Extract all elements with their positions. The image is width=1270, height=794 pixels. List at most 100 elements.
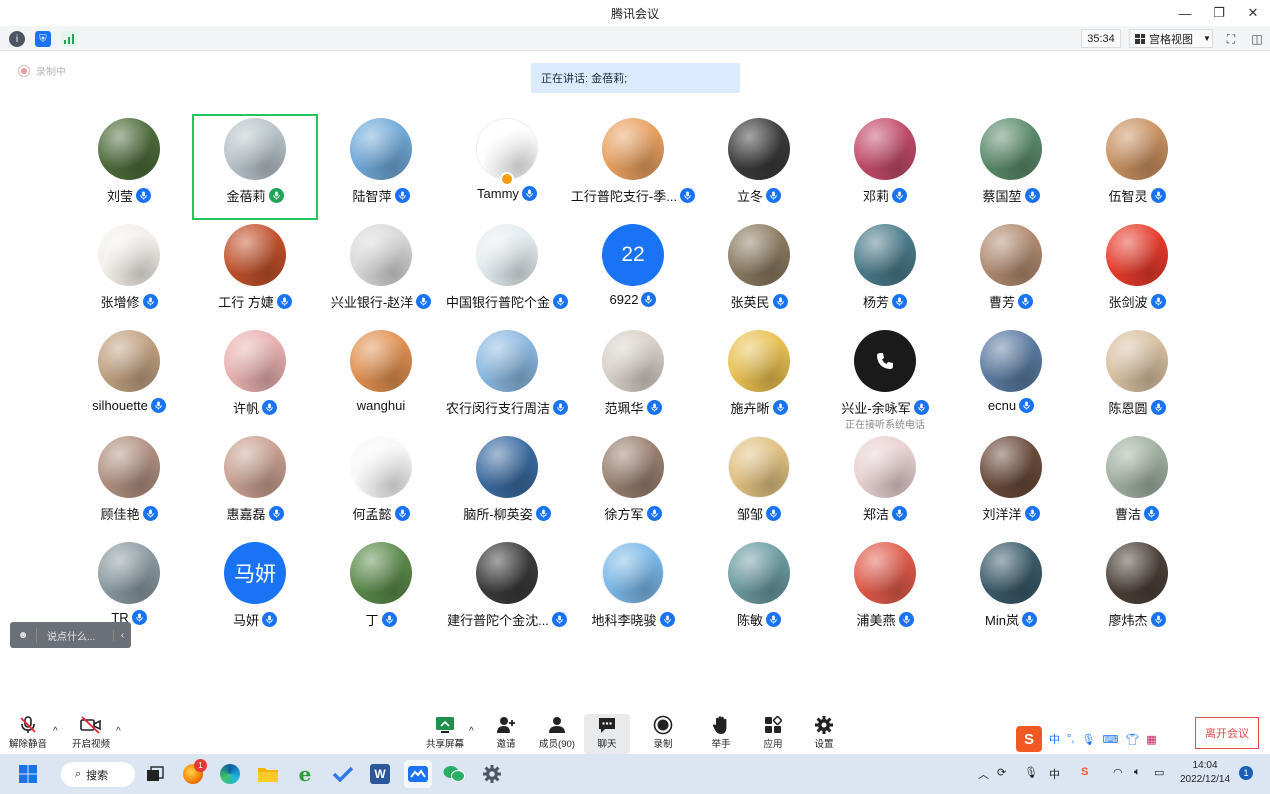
participant-tile[interactable]: 中国银行普陀个金 [444,220,570,326]
chat-placeholder[interactable]: 说点什么... [36,627,113,643]
toolbox-icon[interactable]: ▦ [1146,733,1156,746]
punctuation-icon[interactable]: °, [1067,733,1074,745]
participant-avatar[interactable]: 马妍 [224,542,286,604]
view-mode-dropdown[interactable]: 宫格视图 ▼ [1129,29,1213,48]
audio-options-caret-icon[interactable]: ^ [53,726,58,737]
close-button[interactable]: ✕ [1236,0,1270,26]
chat-button[interactable]: 聊天 [584,714,630,754]
participant-avatar[interactable] [854,224,916,286]
members-button[interactable]: 成员(90) [535,714,579,754]
apps-button[interactable]: 应用 [758,714,788,754]
participant-avatar[interactable] [476,118,538,180]
windows-start-icon[interactable] [16,762,40,786]
leave-meeting-button[interactable]: 离开会议 [1195,717,1259,749]
todo-app-icon[interactable] [331,762,355,786]
participant-tile[interactable]: 范珮华 [570,326,696,432]
ime-language[interactable]: 中 [1049,731,1060,747]
participant-tile[interactable]: 工行普陀支行-季... [570,114,696,220]
participant-avatar[interactable] [728,224,790,286]
participant-avatar[interactable] [854,542,916,604]
participant-tile[interactable]: 22 6922 [570,220,696,326]
participant-tile[interactable]: silhouette [66,326,192,432]
participant-avatar[interactable] [980,118,1042,180]
participant-tile[interactable]: 农行闵行支行周洁 [444,326,570,432]
participant-avatar[interactable] [1106,330,1168,392]
wechat-app-icon[interactable] [442,762,466,786]
participant-tile[interactable]: 张剑波 [1074,220,1200,326]
participant-tile[interactable]: 兴业银行-赵洋 [318,220,444,326]
share-options-caret-icon[interactable]: ^ [469,726,474,737]
participant-tile[interactable]: 杨芳 [822,220,948,326]
participant-avatar[interactable] [602,542,664,604]
tray-mic-icon[interactable]: 🎙︎ [1024,766,1038,779]
participant-avatar[interactable] [224,436,286,498]
participant-tile[interactable]: 建行普陀个金沈... [444,538,570,644]
participant-avatar[interactable] [98,436,160,498]
participant-tile[interactable]: 惠嘉磊 [192,432,318,538]
voice-input-icon[interactable]: 🎙︎ [1081,733,1095,746]
participant-tile[interactable]: 张增修 [66,220,192,326]
participant-avatar[interactable] [350,118,412,180]
participant-avatar[interactable] [350,330,412,392]
participant-tile[interactable]: 陈敏 [696,538,822,644]
participant-avatar[interactable] [602,436,664,498]
participant-tile[interactable]: ecnu [948,326,1074,432]
speaker-icon[interactable]: 🔈︎ [1134,766,1141,779]
skin-shirt-icon[interactable]: 👕︎ [1125,733,1139,746]
participant-avatar[interactable] [854,436,916,498]
tencent-meeting-app-icon[interactable] [404,760,432,788]
participant-avatar[interactable] [98,542,160,604]
video-options-caret-icon[interactable]: ^ [116,726,121,737]
participant-avatar[interactable] [854,330,916,392]
raise-hand-button[interactable]: 举手 [706,714,736,754]
participant-tile[interactable]: 立冬 [696,114,822,220]
participant-avatar[interactable] [602,330,664,392]
participant-tile[interactable]: 郑洁 [822,432,948,538]
participant-avatar[interactable] [224,118,286,180]
network-signal-icon[interactable] [61,31,77,47]
participant-tile[interactable]: 兴业-余咏军 正在接听系统电话 [822,326,948,432]
taskbar-clock[interactable]: 14:04 2022/12/14 [1180,759,1230,787]
file-explorer-icon[interactable] [256,762,280,786]
participant-avatar[interactable] [98,118,160,180]
tray-ime-language[interactable]: 中 [1049,766,1060,782]
participant-avatar[interactable] [728,436,790,498]
participant-avatar[interactable] [224,224,286,286]
participant-avatar[interactable] [728,118,790,180]
sidebar-toggle-icon[interactable]: ◫ [1248,30,1266,48]
participant-avatar[interactable] [476,330,538,392]
participant-avatar[interactable] [350,224,412,286]
participant-avatar[interactable] [1106,224,1168,286]
notification-badge[interactable]: 1 [1239,766,1253,780]
settings-app-gear-icon[interactable] [480,762,504,786]
chat-input-pill[interactable]: ☻ 说点什么... ‹ [10,622,131,648]
participant-tile[interactable]: 脑所-柳英姿 [444,432,570,538]
participant-tile[interactable]: 工行 方婕 [192,220,318,326]
record-button[interactable]: 录制 [648,714,678,754]
participant-tile[interactable]: 邹邹 [696,432,822,538]
settings-button[interactable]: 设置 [809,714,839,754]
word-app-icon[interactable]: W [368,762,392,786]
invite-button[interactable]: 邀请 [490,714,522,754]
participant-tile[interactable]: 丁 [318,538,444,644]
participant-avatar[interactable] [350,436,412,498]
battery-icon[interactable]: ▭ [1154,766,1164,779]
participant-avatar[interactable] [1106,436,1168,498]
participant-tile[interactable]: 金蓓莉 [192,114,318,220]
participant-avatar[interactable] [224,330,286,392]
participant-tile[interactable]: 徐方军 [570,432,696,538]
task-view-icon[interactable] [143,762,167,786]
participant-avatar[interactable] [476,224,538,286]
participant-avatar[interactable] [602,118,664,180]
participant-avatar[interactable] [98,224,160,286]
participant-tile[interactable]: 何孟懿 [318,432,444,538]
participant-tile[interactable]: Tammy [444,114,570,220]
participant-tile[interactable]: 曹洁 [1074,432,1200,538]
participant-tile[interactable]: 曹芳 [948,220,1074,326]
participant-avatar[interactable] [854,118,916,180]
wifi-icon[interactable]: ◠ [1113,766,1123,779]
participant-avatar[interactable] [728,542,790,604]
unmute-button[interactable]: 解除静音 [8,714,48,754]
participant-tile[interactable]: 刘洋洋 [948,432,1074,538]
ime-toolbar[interactable]: S 中 °, 🎙︎ ⌨ 👕︎ ▦ [1014,726,1164,752]
